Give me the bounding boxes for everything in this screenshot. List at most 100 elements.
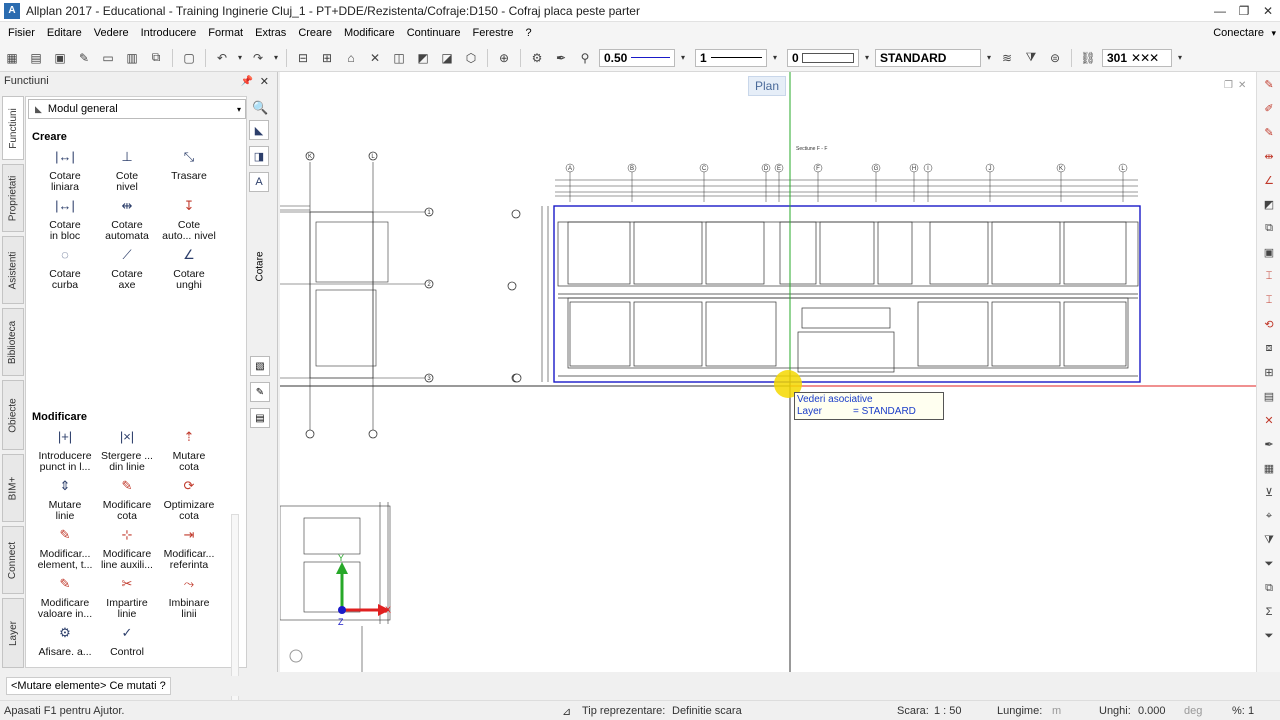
stack-icon[interactable]: ⧈ bbox=[1259, 338, 1279, 358]
delete-red-icon[interactable]: ✕ bbox=[1259, 410, 1279, 430]
menu-modificare[interactable]: Modificare bbox=[338, 27, 401, 39]
tool-cote-nivel[interactable]: ⊥ Cote nivel bbox=[96, 150, 158, 193]
tool-imbinare-linii[interactable]: ⤳ Imbinare linii bbox=[158, 577, 220, 620]
close-icon[interactable]: ✕ bbox=[1256, 0, 1280, 22]
drawing-files-icon[interactable]: ▤ bbox=[26, 48, 46, 68]
tab-obiecte[interactable]: Obiecte bbox=[2, 380, 24, 450]
hatch-icon[interactable]: ▦ bbox=[1259, 458, 1279, 478]
redo-icon[interactable]: ↷ bbox=[248, 48, 268, 68]
tool-impartire-linie[interactable]: ✂ Impartire linie bbox=[96, 577, 158, 620]
tool-cotare-liniara[interactable]: |↔| Cotare liniara bbox=[34, 150, 96, 193]
pen-dropdown-icon[interactable]: ▾ bbox=[677, 53, 689, 62]
measure-icon[interactable]: ⌖ bbox=[1259, 506, 1279, 526]
sum-icon[interactable]: Σ bbox=[1259, 602, 1279, 622]
angle-red-icon[interactable]: ∠ bbox=[1259, 170, 1279, 190]
element-icon[interactable]: ▤ bbox=[1259, 386, 1279, 406]
filter-icon[interactable]: ⧩ bbox=[1259, 530, 1279, 550]
tool-optimizare-cota[interactable]: ⟳ Optimizare cota bbox=[158, 479, 220, 522]
tool-modificare-cota[interactable]: ✎ Modificare cota bbox=[96, 479, 158, 522]
minimize-icon[interactable]: — bbox=[1208, 0, 1232, 22]
color-dropdown-icon[interactable]: ▾ bbox=[861, 53, 873, 62]
pencil-red-2-icon[interactable]: ✐ bbox=[1259, 98, 1279, 118]
menu-ferestre[interactable]: Ferestre bbox=[467, 27, 520, 39]
funnel-2-icon[interactable]: ⏷ bbox=[1259, 626, 1279, 646]
layer-dropdown-icon[interactable]: ▾ bbox=[983, 53, 995, 62]
undo-icon[interactable]: ↶ bbox=[212, 48, 232, 68]
tab-biblioteca[interactable]: Biblioteca bbox=[2, 308, 24, 376]
close-view-icon[interactable]: ✕ bbox=[1238, 80, 1246, 91]
menu-help[interactable]: ? bbox=[519, 27, 537, 39]
dimension-icon[interactable]: ⊟ bbox=[293, 48, 313, 68]
copy-right-icon[interactable]: ⧉ bbox=[1259, 218, 1279, 238]
tab-bim-plus[interactable]: BIM+ bbox=[2, 454, 24, 522]
save-icon[interactable]: ▭ bbox=[98, 48, 118, 68]
group-icon[interactable]: ⊞ bbox=[1259, 362, 1279, 382]
tool-mutare-linie[interactable]: ⇕ Mutare linie bbox=[34, 479, 96, 522]
dimension-style-icon[interactable]: ◣ bbox=[249, 120, 269, 140]
menu-editare[interactable]: Editare bbox=[41, 27, 88, 39]
tool-cotare-unghi[interactable]: ∠ Cotare unghi bbox=[158, 248, 220, 291]
align-icon[interactable]: ⊻ bbox=[1259, 482, 1279, 502]
line-type-field[interactable]: 1 bbox=[695, 48, 767, 67]
angle-unit[interactable]: deg bbox=[1184, 705, 1202, 717]
hatch-dropdown-icon[interactable]: ▾ bbox=[1174, 53, 1186, 62]
delete-icon[interactable]: ✕ bbox=[365, 48, 385, 68]
view-icon[interactable]: ◫ bbox=[389, 48, 409, 68]
redo-dropdown-icon[interactable]: ▾ bbox=[270, 53, 282, 62]
open-project-icon[interactable]: ▦ bbox=[2, 48, 22, 68]
drawing-canvas[interactable]: K L 1 2 3 Sectiune F - F A B C D E F G H… bbox=[279, 72, 1256, 672]
funnel-icon[interactable]: ⏷ bbox=[1259, 554, 1279, 574]
tool-modificare-element[interactable]: ✎ Modificar... element, t... bbox=[34, 528, 96, 571]
menu-extras[interactable]: Extras bbox=[249, 27, 292, 39]
pen-thickness-field[interactable]: 0.50 bbox=[599, 48, 675, 67]
text-icon[interactable]: A bbox=[249, 172, 269, 192]
rotate-icon[interactable]: ⟲ bbox=[1259, 314, 1279, 334]
tool-modificare-valoare[interactable]: ✎ Modificare valoare in... bbox=[34, 577, 96, 620]
tool-introducere-punct[interactable]: |+| Introducere punct in l... bbox=[34, 430, 96, 473]
layer-settings-icon[interactable]: ≋ bbox=[997, 48, 1017, 68]
module-selector[interactable]: ◣ Modul general ▾ bbox=[28, 99, 246, 119]
search-icon[interactable]: 🔍 bbox=[252, 100, 268, 116]
cube-icon[interactable]: ⬡ bbox=[461, 48, 481, 68]
tool-stergere-din-linie[interactable]: |×| Stergere ... din linie bbox=[96, 430, 158, 473]
edit-drawing-icon[interactable]: ✎ bbox=[250, 382, 270, 402]
tool-cotare-axe[interactable]: ⟋ Cotare axe bbox=[96, 248, 158, 291]
view-plan-button[interactable]: Plan bbox=[748, 76, 787, 96]
representation-icon[interactable]: ⊿ bbox=[562, 705, 571, 718]
tool-control[interactable]: ✓ Control bbox=[96, 626, 158, 658]
scale-value[interactable]: 1 : 50 bbox=[934, 705, 962, 717]
table-icon[interactable]: ⊞ bbox=[317, 48, 337, 68]
stair-2-icon[interactable]: ⌶ bbox=[1259, 290, 1279, 310]
layer-filter-icon[interactable]: ⧩ bbox=[1021, 48, 1041, 68]
tab-functiuni[interactable]: Functiuni bbox=[2, 96, 24, 160]
tab-layer[interactable]: Layer bbox=[2, 598, 24, 668]
tab-proprietati[interactable]: Proprietati bbox=[2, 164, 24, 232]
copy-icon[interactable]: ⧉ bbox=[146, 48, 166, 68]
menu-fisier[interactable]: Fisier bbox=[2, 27, 41, 39]
hatch-field[interactable]: 301 ✕✕✕ bbox=[1102, 48, 1172, 67]
tool-cotare-automata[interactable]: ⇹ Cotare automata bbox=[96, 199, 158, 242]
chevron-down-icon[interactable]: ▾ bbox=[1271, 28, 1276, 39]
tool-mutare-cota[interactable]: ⇡ Mutare cota bbox=[158, 430, 220, 473]
dimension-properties-icon[interactable]: ◨ bbox=[249, 146, 269, 166]
maximize-icon[interactable]: ❐ bbox=[1232, 0, 1256, 22]
undo-dropdown-icon[interactable]: ▾ bbox=[234, 53, 246, 62]
command-prompt[interactable]: <Mutare elemente> Ce mutati ? bbox=[6, 677, 171, 695]
tool-modificare-referinta[interactable]: ⇥ Modificar... referinta bbox=[158, 528, 220, 571]
length-unit[interactable]: m bbox=[1052, 705, 1061, 717]
tool-trasare[interactable]: ⤡ Trasare bbox=[158, 150, 220, 182]
tool-modificare-line-auxiliara[interactable]: ⊹ Modificare line auxili... bbox=[96, 528, 158, 571]
view-2-icon[interactable]: ◩ bbox=[413, 48, 433, 68]
menu-introducere[interactable]: Introducere bbox=[135, 27, 203, 39]
pencil-red-icon[interactable]: ✎ bbox=[1259, 74, 1279, 94]
roof-icon[interactable]: ⌂ bbox=[341, 48, 361, 68]
menu-format[interactable]: Format bbox=[202, 27, 249, 39]
layers-icon[interactable]: ▥ bbox=[122, 48, 142, 68]
percent-value[interactable]: 1 bbox=[1248, 705, 1254, 717]
print-icon[interactable]: ▢ bbox=[179, 48, 199, 68]
restore-view-icon[interactable]: ❐ bbox=[1224, 80, 1233, 91]
tool-cotare-curba[interactable]: ◌ Cotare curba bbox=[34, 248, 96, 291]
stair-icon[interactable]: ⌶ bbox=[1259, 266, 1279, 286]
line-dropdown-icon[interactable]: ▾ bbox=[769, 53, 781, 62]
tool-cote-auto-nivel[interactable]: ↧ Cote auto... nivel bbox=[158, 199, 220, 242]
